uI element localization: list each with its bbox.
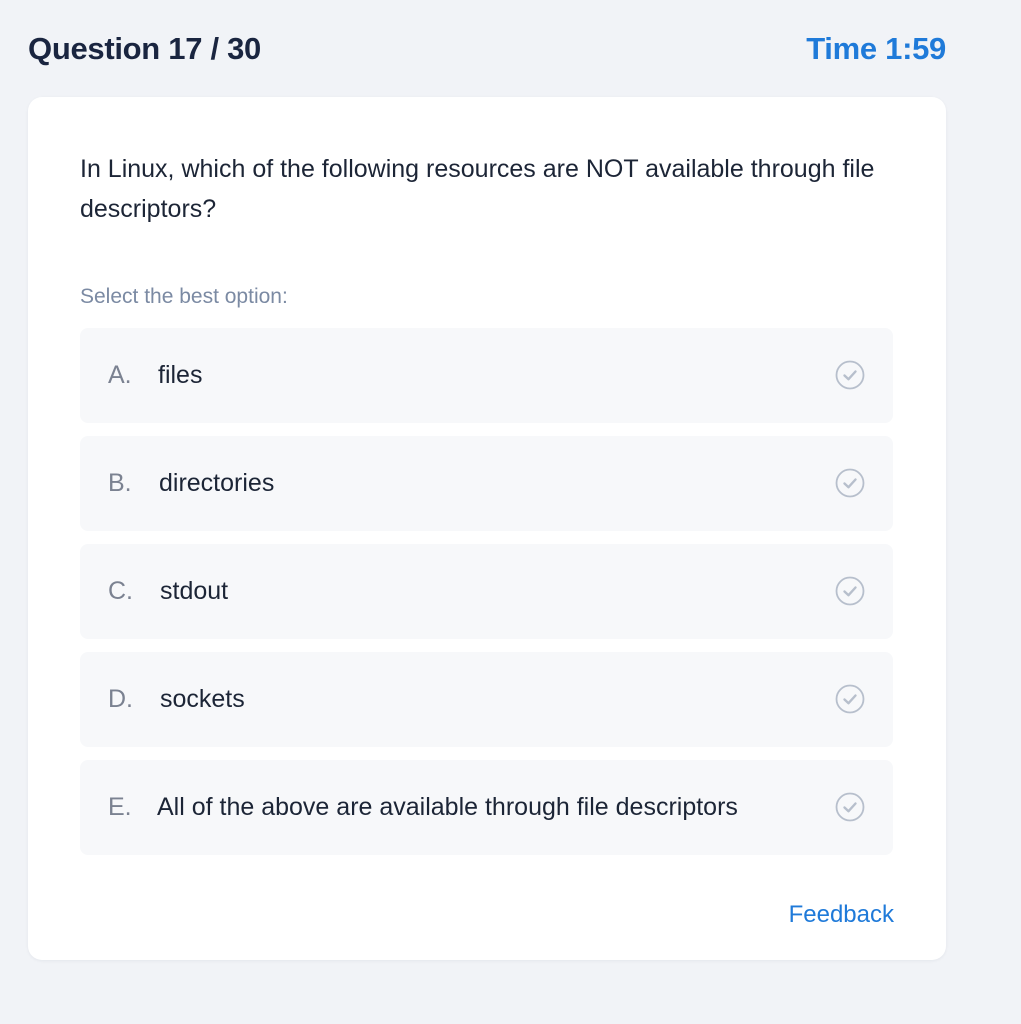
option-letter: E. bbox=[108, 793, 132, 821]
timer: Time 1:59 bbox=[806, 31, 946, 66]
option-c[interactable]: C. stdout bbox=[80, 544, 893, 639]
question-text: In Linux, which of the following resourc… bbox=[80, 155, 875, 223]
option-letter: C. bbox=[108, 577, 133, 605]
quiz-header: Question 17 / 30 Time 1:59 bbox=[28, 28, 946, 72]
feedback-link[interactable]: Feedback bbox=[789, 900, 894, 930]
check-circle-icon bbox=[835, 792, 865, 822]
option-label: sockets bbox=[160, 685, 245, 713]
check-circle-icon bbox=[835, 576, 865, 606]
question-counter: Question 17 / 30 bbox=[28, 31, 261, 66]
option-label: stdout bbox=[160, 577, 229, 605]
option-e[interactable]: E. All of the above are available throug… bbox=[80, 760, 893, 855]
option-letter: D. bbox=[108, 685, 133, 713]
option-label: directories bbox=[159, 469, 275, 497]
check-circle-icon bbox=[835, 468, 865, 498]
check-circle-icon bbox=[835, 684, 865, 714]
option-letter: B. bbox=[108, 469, 132, 497]
option-d[interactable]: D. sockets bbox=[80, 652, 893, 747]
option-b[interactable]: B. directories bbox=[80, 436, 893, 531]
option-label: All of the above are available through f… bbox=[157, 793, 738, 821]
option-letter: A. bbox=[108, 361, 132, 389]
check-circle-icon bbox=[835, 360, 865, 390]
option-label: files bbox=[158, 361, 203, 389]
option-a[interactable]: A. files bbox=[80, 328, 893, 423]
question-card: In Linux, which of the following resourc… bbox=[28, 97, 946, 960]
instruction-text: Select the best option: bbox=[80, 285, 288, 308]
